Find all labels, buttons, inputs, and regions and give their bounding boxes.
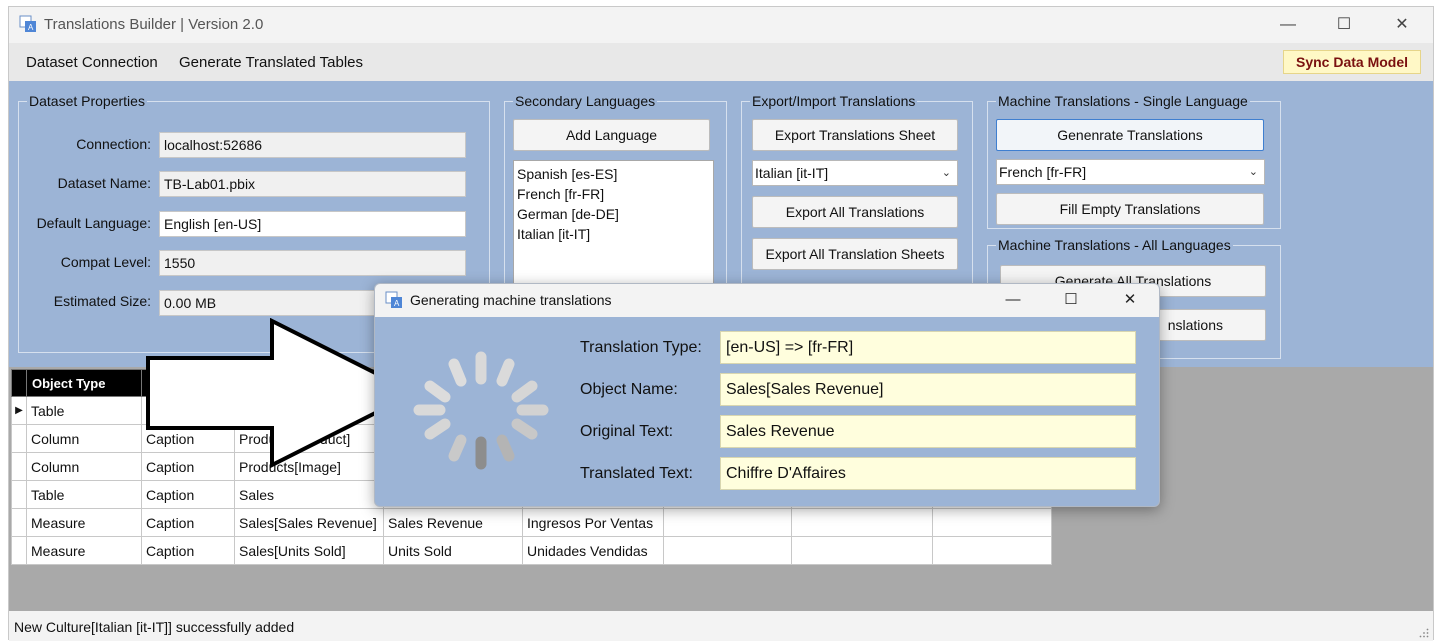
export-import-legend: Export/Import Translations bbox=[750, 92, 918, 110]
dataset-name-field[interactable]: TB-Lab01.pbix bbox=[159, 171, 466, 197]
cell-property[interactable]: Caption bbox=[141, 536, 235, 565]
row-marker bbox=[11, 480, 27, 509]
cell-translation[interactable]: Ingresos Por Ventas bbox=[522, 508, 664, 537]
compat-level-field[interactable]: 1550 bbox=[159, 250, 466, 276]
machine-language-select[interactable]: French [fr-FR] ⌄ bbox=[996, 159, 1265, 185]
cell-object-type[interactable]: Measure bbox=[26, 536, 142, 565]
cell-name[interactable]: Sales bbox=[234, 480, 384, 509]
export-all-translations-button[interactable]: Export All Translations bbox=[752, 196, 958, 228]
generating-translations-dialog: A Generating machine translations — ☐ ✕ … bbox=[374, 283, 1160, 507]
menu-dataset-connection[interactable]: Dataset Connection bbox=[26, 54, 158, 71]
cell-property[interactable]: Caption bbox=[141, 508, 235, 537]
machine-single-group: Machine Translations - Single Language G… bbox=[987, 92, 1281, 229]
resize-grip-icon[interactable] bbox=[1419, 628, 1429, 638]
cell-object-type[interactable]: Column bbox=[26, 452, 142, 481]
default-language-label: Default Language: bbox=[36, 215, 151, 231]
close-button[interactable]: ✕ bbox=[1379, 13, 1425, 37]
row-marker bbox=[11, 452, 27, 481]
estimated-size-label: Estimated Size: bbox=[53, 293, 151, 309]
dialog-maximize-button[interactable]: ☐ bbox=[1051, 289, 1091, 311]
cell-object-type[interactable]: Measure bbox=[26, 508, 142, 537]
secondary-languages-legend: Secondary Languages bbox=[513, 92, 658, 110]
cell-empty[interactable] bbox=[791, 508, 933, 537]
compat-level-label: Compat Level: bbox=[60, 254, 151, 270]
machine-language-value: French [fr-FR] bbox=[999, 164, 1087, 180]
status-bar: New Culture[Italian [it-IT]] successfull… bbox=[9, 613, 1433, 641]
list-item[interactable]: Italian [it-IT] bbox=[517, 224, 710, 244]
svg-text:A: A bbox=[394, 299, 400, 308]
menu-generate-translated-tables[interactable]: Generate Translated Tables bbox=[179, 54, 363, 71]
default-language-field[interactable]: English [en-US] bbox=[159, 211, 466, 237]
translation-type-label: Translation Type: bbox=[580, 339, 702, 356]
cell-name[interactable]: Sales[Sales Revenue] bbox=[234, 508, 384, 537]
cell-translation[interactable]: Unidades Vendidas bbox=[522, 536, 664, 565]
translated-text-label: Translated Text: bbox=[580, 465, 693, 482]
row-header-corner bbox=[11, 369, 27, 397]
translate-app-icon: A bbox=[19, 15, 36, 32]
row-marker bbox=[11, 508, 27, 537]
dialog-minimize-button[interactable]: — bbox=[993, 289, 1033, 311]
cell-empty[interactable] bbox=[932, 536, 1052, 565]
dataset-name-label: Dataset Name: bbox=[57, 175, 151, 191]
chevron-down-icon: ⌄ bbox=[1248, 166, 1258, 178]
sync-data-model-button[interactable]: Sync Data Model bbox=[1283, 50, 1421, 74]
add-language-button[interactable]: Add Language bbox=[513, 119, 710, 151]
machine-all-legend: Machine Translations - All Languages bbox=[996, 236, 1233, 254]
table-row[interactable]: Measure Caption Sales[Units Sold] Units … bbox=[11, 536, 1052, 565]
status-text: New Culture[Italian [it-IT]] successfull… bbox=[14, 619, 295, 635]
original-text-label: Original Text: bbox=[580, 423, 674, 440]
export-language-value: Italian [it-IT] bbox=[755, 165, 829, 181]
list-item[interactable]: Spanish [es-ES] bbox=[517, 164, 710, 184]
object-name-label: Object Name: bbox=[580, 381, 678, 398]
export-translations-sheet-button[interactable]: Export Translations Sheet bbox=[752, 119, 958, 151]
cell-object-type[interactable]: Table bbox=[26, 480, 142, 509]
cell-value[interactable]: Sales Revenue bbox=[383, 508, 523, 537]
title-bar: A Translations Builder | Version 2.0 — ☐… bbox=[9, 7, 1433, 43]
cell-empty[interactable] bbox=[791, 536, 933, 565]
translation-type-field: [en-US] => [fr-FR] bbox=[720, 331, 1136, 364]
cell-value[interactable]: Units Sold bbox=[383, 536, 523, 565]
list-item[interactable]: French [fr-FR] bbox=[517, 184, 710, 204]
menu-bar: Dataset Connection Generate Translated T… bbox=[9, 43, 1433, 81]
translated-text-field: Chiffre D'Affaires bbox=[720, 457, 1136, 490]
loading-spinner-icon bbox=[413, 351, 549, 470]
cell-object-type[interactable]: Column bbox=[26, 424, 142, 453]
list-item[interactable]: German [de-DE] bbox=[517, 204, 710, 224]
cell-property[interactable]: Caption bbox=[141, 480, 235, 509]
chevron-down-icon: ⌄ bbox=[941, 167, 951, 179]
current-row-marker: ▶ bbox=[11, 396, 27, 425]
connection-label: Connection: bbox=[76, 136, 151, 152]
table-row[interactable]: Measure Caption Sales[Sales Revenue] Sal… bbox=[11, 508, 1052, 537]
minimize-button[interactable]: — bbox=[1265, 13, 1311, 37]
export-language-select[interactable]: Italian [it-IT] ⌄ bbox=[752, 160, 958, 186]
cell-object-type[interactable]: Table bbox=[26, 396, 142, 425]
cell-empty[interactable] bbox=[663, 536, 792, 565]
original-text-field: Sales Revenue bbox=[720, 415, 1136, 448]
cell-empty[interactable] bbox=[932, 508, 1052, 537]
window-title: Translations Builder | Version 2.0 bbox=[44, 16, 264, 33]
dialog-title-bar: A Generating machine translations — ☐ ✕ bbox=[375, 284, 1159, 317]
row-marker bbox=[11, 424, 27, 453]
dialog-close-button[interactable]: ✕ bbox=[1110, 289, 1150, 311]
dataset-properties-legend: Dataset Properties bbox=[27, 92, 147, 110]
connection-field[interactable]: localhost:52686 bbox=[159, 132, 466, 158]
cell-empty[interactable] bbox=[663, 508, 792, 537]
translate-app-icon: A bbox=[385, 291, 402, 308]
dialog-title: Generating machine translations bbox=[410, 292, 612, 308]
cell-name[interactable]: Sales[Units Sold] bbox=[234, 536, 384, 565]
maximize-button[interactable]: ☐ bbox=[1321, 13, 1367, 37]
column-header-object-type[interactable]: Object Type bbox=[26, 369, 142, 397]
svg-text:A: A bbox=[28, 23, 34, 32]
fill-empty-translations-button[interactable]: Fill Empty Translations bbox=[996, 193, 1264, 225]
generate-translations-button[interactable]: Genenrate Translations bbox=[996, 119, 1264, 151]
export-all-translation-sheets-button[interactable]: Export All Translation Sheets bbox=[752, 238, 958, 270]
machine-single-legend: Machine Translations - Single Language bbox=[996, 92, 1250, 110]
row-marker bbox=[11, 536, 27, 565]
object-name-field: Sales[Sales Revenue] bbox=[720, 373, 1136, 406]
